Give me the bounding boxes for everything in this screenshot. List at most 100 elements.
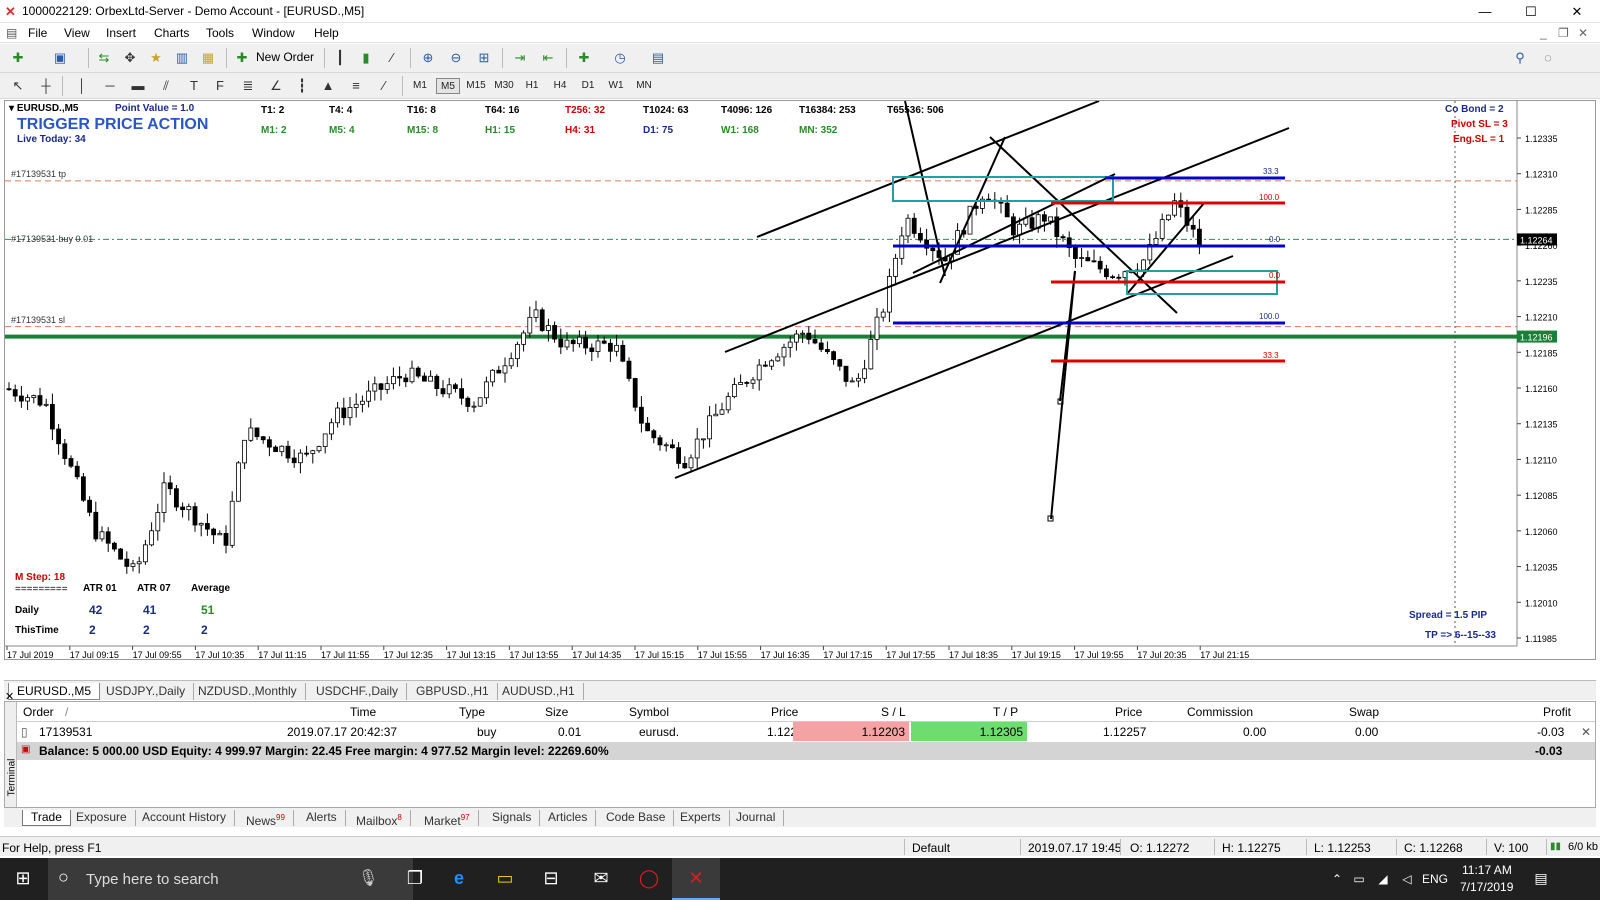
fib-fan-icon[interactable]: ≡ [346,76,366,96]
menu-charts[interactable]: Charts [154,26,189,40]
tab-articles[interactable]: Articles [540,810,597,826]
menu-window[interactable]: Window [252,26,295,40]
menu-view[interactable]: View [64,26,90,40]
timeframe-m1[interactable]: M1 [408,78,432,94]
col-order[interactable]: Order [23,705,54,719]
rectangle-icon[interactable]: ▬ [128,76,148,96]
tab-code-base[interactable]: Code Base [598,810,675,826]
data-window-icon[interactable]: ✥ [120,48,140,68]
volume-icon[interactable]: ◁ [1392,872,1422,886]
chart-tab-audusd[interactable]: AUDUSD.,H1 [494,683,584,700]
market-watch-icon[interactable]: ⇆ [94,48,114,68]
mail-icon[interactable]: ✉ [586,868,616,889]
triangle-icon[interactable]: ▲ [318,76,338,96]
tab-alerts[interactable]: Alerts [298,810,346,826]
col-swap[interactable]: Swap [1349,705,1379,719]
col-cur-price[interactable]: Price [1115,705,1142,719]
tp-cell[interactable]: 1.12305 [911,722,1027,741]
timeframe-m5[interactable]: M5 [436,78,460,94]
horizontal-line-icon[interactable]: ─ [100,76,120,96]
chart-shift-icon[interactable]: ⇤ [538,48,558,68]
child-restore-icon[interactable]: ❐ [1558,26,1569,40]
edge-icon[interactable]: e [444,868,474,889]
task-view-icon[interactable]: ❐ [400,868,430,889]
chat-icon[interactable]: ◌ [1538,48,1558,68]
col-size[interactable]: Size [545,705,568,719]
clock-date[interactable]: 7/17/2019 [1460,880,1513,894]
cycle-icon[interactable]: ┇ [292,76,312,96]
vertical-line-icon[interactable]: │ [72,76,92,96]
tab-signals[interactable]: Signals [484,810,541,826]
zoom-out-icon[interactable]: ⊖ [446,48,466,68]
col-profit[interactable]: Profit [1543,705,1571,719]
search-icon[interactable]: ⚲ [1510,48,1530,68]
taskbar-search[interactable]: ○ Type here to search 🎙 [48,858,413,900]
timeframe-m30[interactable]: M30 [492,78,516,94]
templates-icon[interactable]: ▤ [648,48,668,68]
tab-account-history[interactable]: Account History [134,810,236,826]
profiles-icon[interactable]: ▣ [50,48,70,68]
tab-market[interactable]: Market97 [416,810,479,828]
cursor-icon[interactable]: ↖ [8,76,28,96]
strategy-tester-icon[interactable]: ▦ [198,48,218,68]
col-time[interactable]: Time [350,705,376,719]
fib-icon[interactable]: F [210,76,230,96]
table-row[interactable]: ▯ 17139531 2019.07.17 20:42:37 buy 0.01 … [17,722,1595,742]
tab-journal[interactable]: Journal [728,810,785,826]
tab-mailbox[interactable]: Mailbox8 [348,810,411,828]
chart-tab-gbpusd[interactable]: GBPUSD.,H1 [408,683,498,700]
microphone-icon[interactable]: 🎙 [358,868,378,888]
tile-windows-icon[interactable]: ⊞ [474,48,494,68]
line-chart-icon[interactable]: ∕ [382,48,402,68]
opera-icon[interactable]: ◯ [634,868,664,889]
col-sort[interactable]: / [65,705,68,719]
status-profile[interactable]: Default [912,841,950,855]
chart-tab-usdchf[interactable]: USDCHF.,Daily [308,683,408,700]
menu-help[interactable]: Help [314,26,339,40]
child-minimize-icon[interactable]: _ [1540,26,1547,40]
col-type[interactable]: Type [459,705,485,719]
terminal-close-icon[interactable]: ✕ [5,690,14,703]
timeframe-d1[interactable]: D1 [576,78,600,94]
col-tp[interactable]: T / P [993,705,1018,719]
sl-cell[interactable]: 1.12203 [793,722,909,741]
maximize-button[interactable]: ☐ [1508,1,1554,22]
chart-tab-eurusd[interactable]: EURUSD.,M5 [8,683,101,700]
timeframe-mn[interactable]: MN [632,78,656,94]
bar-chart-icon[interactable]: ┃ [330,48,350,68]
new-chart-icon[interactable]: ✚ [8,48,28,68]
gann-icon[interactable]: ≣ [238,76,258,96]
auto-scroll-icon[interactable]: ⇥ [510,48,530,68]
tab-experts[interactable]: Experts [672,810,730,826]
tab-news[interactable]: News99 [238,810,294,828]
chart-canvas[interactable]: 1.123351.123101.122851.122601.122351.122… [5,101,1596,660]
tab-trade[interactable]: Trade [22,810,71,826]
timeframe-h1[interactable]: H1 [520,78,544,94]
indicators-icon[interactable]: ✚ [574,48,594,68]
crosshair-icon[interactable]: ┼ [36,76,56,96]
col-price[interactable]: Price [771,705,798,719]
metatrader-taskbar-item[interactable]: ✕ [672,858,720,900]
timeframe-h4[interactable]: H4 [548,78,572,94]
notifications-icon[interactable]: ▤ [1526,870,1556,887]
menu-tools[interactable]: Tools [206,26,234,40]
zoom-in-icon[interactable]: ⊕ [418,48,438,68]
chart-tab-usdjpy[interactable]: USDJPY.,Daily [98,683,195,700]
chart-tab-nzdusd[interactable]: NZDUSD.,Monthly [190,683,306,700]
navigator-icon[interactable]: ★ [146,48,166,68]
trend-line-icon[interactable]: ∕ [374,76,394,96]
new-order-button[interactable]: New Order [256,50,314,64]
file-explorer-icon[interactable]: ▭ [490,868,520,889]
candlestick-icon[interactable]: ▮ [356,48,376,68]
periods-icon[interactable]: ◷ [610,48,630,68]
tab-exposure[interactable]: Exposure [68,810,136,826]
timeframe-m15[interactable]: M15 [464,78,488,94]
channel-icon[interactable]: ⫽ [156,76,176,96]
price-chart[interactable]: 1.12335 1.12310 1.12285 1.12260 1.12235 1.122… [4,100,1596,660]
text-icon[interactable]: T [184,76,204,96]
timeframe-w1[interactable]: W1 [604,78,628,94]
angle-icon[interactable]: ∠ [266,76,286,96]
menu-file[interactable]: File [28,26,47,40]
minimize-button[interactable]: — [1462,1,1508,22]
windows-start-icon[interactable]: ⊞ [8,868,38,889]
